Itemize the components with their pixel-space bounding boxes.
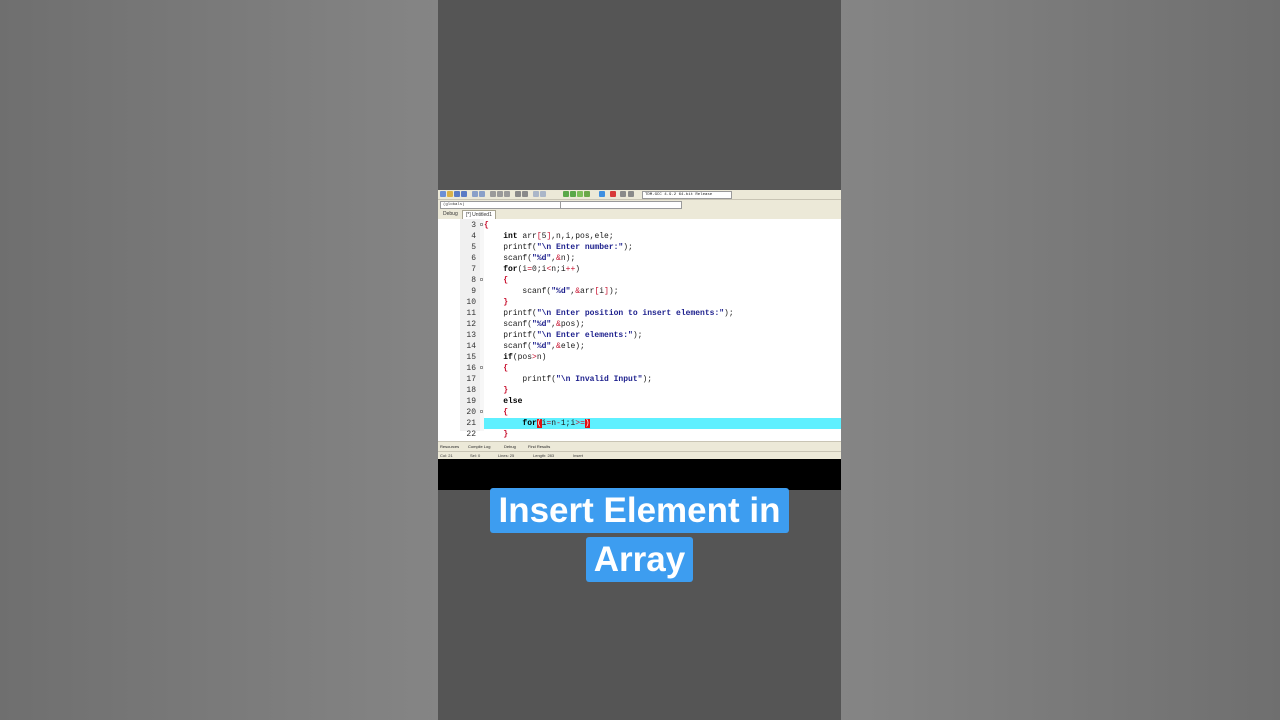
line-number: 21 [466, 419, 476, 428]
copy-icon[interactable] [497, 191, 503, 197]
code-line: scanf("%d",&ele); [484, 342, 585, 351]
line-number: 16 [466, 364, 476, 373]
line-number: 12 [466, 320, 476, 329]
code-line: scanf("%d",&pos); [484, 320, 585, 329]
code-line: scanf("%d",&arr[i]); [484, 287, 619, 296]
scope-select[interactable]: (globals) [440, 201, 561, 209]
background-right [841, 0, 1280, 720]
code-line: { [484, 221, 489, 230]
redo-icon[interactable] [479, 191, 485, 197]
code-line: if(pos>n) [503, 353, 547, 362]
line-number: 18 [466, 386, 476, 395]
code-line: printf("\n Enter elements:"); [484, 331, 643, 340]
caption-line-1: Insert Element in [490, 488, 789, 533]
code-line: else [503, 397, 523, 406]
code-line: { [503, 364, 509, 373]
video-black-band [438, 459, 841, 490]
tab-find-results[interactable]: Find Results [528, 443, 550, 450]
line-number: 6 [471, 254, 476, 263]
code-line: { [503, 408, 509, 417]
video-caption: Insert Element in Array [438, 488, 841, 586]
rebuild-icon[interactable] [584, 191, 590, 197]
scope-bar: (globals) [438, 200, 841, 209]
code-line: } [503, 298, 509, 307]
line-number: 10 [466, 298, 476, 307]
code-line: for(i=0;i<n;i++) [503, 265, 581, 274]
tab-compile-log[interactable]: Compile Log [468, 443, 490, 450]
tab-resources[interactable]: Resources [440, 443, 459, 450]
code-line: int arr[5],n,i,pos,ele; [503, 232, 614, 241]
tab-debug-panel[interactable]: Debug [504, 443, 516, 450]
code-line: printf("\n Enter position to insert elem… [484, 309, 734, 318]
line-number: 17 [466, 375, 476, 384]
status-bar: Col: 21 Sel: 0 Lines: 25 Length: 283 Ins… [438, 451, 841, 459]
replace-icon[interactable] [522, 191, 528, 197]
tab-debug[interactable]: Debug [440, 210, 461, 218]
code-line-current: for(i=n-1;i>=) [484, 418, 841, 429]
line-number: 9 [471, 287, 476, 296]
line-number: 22 [466, 430, 476, 439]
fold-toggle-icon[interactable] [480, 410, 483, 413]
open-icon[interactable] [447, 191, 453, 197]
compile-run-icon[interactable] [577, 191, 583, 197]
line-number: 11 [466, 309, 476, 318]
paste-icon[interactable] [504, 191, 510, 197]
code-line: { [503, 276, 509, 285]
line-number: 19 [466, 397, 476, 406]
profile-icon[interactable] [628, 191, 634, 197]
code-line: printf("\n Enter number:"); [484, 243, 633, 252]
ide-window: TDM-GCC 4.9.2 64-bit Release (globals) D… [438, 190, 841, 459]
fold-toggle-icon[interactable] [480, 223, 483, 226]
line-number: 3 [471, 221, 476, 230]
code-line: } [503, 386, 509, 395]
line-number: 4 [471, 232, 476, 241]
toolbar: TDM-GCC 4.9.2 64-bit Release [438, 190, 841, 200]
save-icon[interactable] [454, 191, 460, 197]
new-file-icon[interactable] [440, 191, 446, 197]
check-icon[interactable] [599, 191, 605, 197]
caption-line-2: Array [585, 537, 694, 582]
code-line: scanf("%d",&n); [484, 254, 576, 263]
run-icon[interactable] [570, 191, 576, 197]
undo-icon[interactable] [472, 191, 478, 197]
line-number: 20 [466, 408, 476, 417]
indent-icon[interactable] [533, 191, 539, 197]
line-number: 14 [466, 342, 476, 351]
save-all-icon[interactable] [461, 191, 467, 197]
stop-icon[interactable] [610, 191, 616, 197]
tab-untitled1[interactable]: [*] Untitled1 [462, 210, 496, 219]
line-number: 5 [471, 243, 476, 252]
bottom-panel-tabs: Resources Compile Log Debug Find Results [438, 441, 841, 451]
cut-icon[interactable] [490, 191, 496, 197]
line-number: 13 [466, 331, 476, 340]
code-line: printf("\n Invalid Input"); [484, 375, 653, 384]
line-number: 15 [466, 353, 476, 362]
debug-icon[interactable] [620, 191, 626, 197]
symbol-select[interactable] [560, 201, 682, 209]
fold-toggle-icon[interactable] [480, 278, 483, 281]
line-number: 7 [471, 265, 476, 274]
fold-toggle-icon[interactable] [480, 366, 483, 369]
background-left [0, 0, 438, 720]
code-editor[interactable]: 3 4 5 6 7 8 9 10 11 12 13 14 15 16 17 18… [438, 219, 841, 439]
compiler-select[interactable]: TDM-GCC 4.9.2 64-bit Release [642, 191, 732, 199]
line-number: 8 [471, 276, 476, 285]
code-line: } [503, 430, 509, 439]
project-pane [438, 219, 461, 431]
find-icon[interactable] [515, 191, 521, 197]
compile-icon[interactable] [563, 191, 569, 197]
code-area[interactable]: { int arr[5],n,i,pos,ele; printf("\n Ent… [484, 219, 841, 439]
unindent-icon[interactable] [540, 191, 546, 197]
